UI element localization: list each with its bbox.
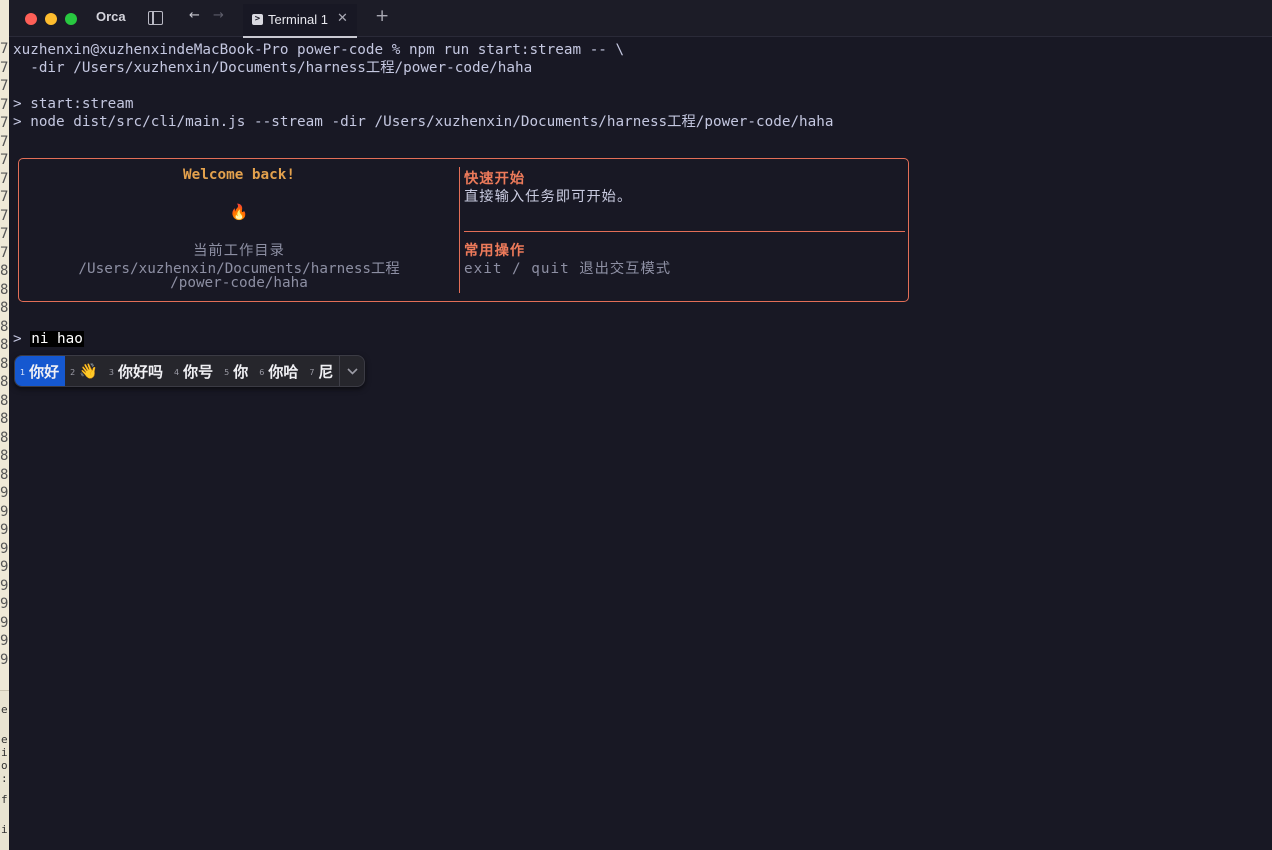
candidate-number: 5 — [224, 367, 230, 377]
horizontal-divider — [464, 231, 905, 232]
candidate-text: 你好吗 — [117, 362, 163, 381]
command-line-2: -dir /Users/xuzhenxin/Documents/harness工… — [13, 60, 533, 76]
candidate-number: 6 — [259, 367, 265, 377]
ime-candidate-6[interactable]: 6 你哈 — [254, 356, 304, 386]
candidate-number: 4 — [174, 367, 180, 377]
candidate-number: 1 — [20, 367, 26, 377]
candidate-text: 你哈 — [268, 362, 299, 381]
command-line-1: xuzhenxin@xuzhenxindeMacBook-Pro power-c… — [13, 42, 625, 58]
candidate-text: 你好 — [29, 362, 60, 381]
ime-candidate-4[interactable]: 4 你号 — [169, 356, 219, 386]
candidate-text: 你 — [233, 362, 249, 381]
close-window-button[interactable] — [25, 13, 37, 25]
ime-candidate-1[interactable]: 1 你好 — [15, 356, 66, 386]
prompt-symbol: > — [13, 331, 22, 347]
welcome-panel: Welcome back! 🔥 当前工作目录 /Users/xuzhenxin/… — [18, 158, 909, 302]
quickstart-text: 直接输入任务即可开始。 — [464, 189, 633, 205]
tab-label: Terminal 1 — [268, 12, 328, 27]
candidate-number: 2 — [70, 367, 76, 377]
prompt-input-line[interactable]: > ni hao — [13, 330, 84, 348]
candidate-number: 3 — [108, 367, 114, 377]
forward-arrow-icon[interactable]: → — [213, 8, 224, 23]
ime-candidate-bar: 1 你好 2 👋 3 你好吗 4 你号 5 你 6 你哈 7 尼 — [14, 355, 366, 387]
background-panel: e eio: f i — [0, 690, 9, 850]
ime-candidate-3[interactable]: 3 你好吗 — [104, 356, 169, 386]
close-tab-icon[interactable]: ✕ — [337, 11, 348, 26]
fire-icon: 🔥 — [229, 203, 249, 221]
common-actions-text: exit / quit 退出交互模式 — [464, 261, 672, 277]
terminal-window: Orca ← → > Terminal 1 ✕ + xuzhenxin@xuzh… — [9, 0, 1272, 850]
ime-candidate-2[interactable]: 2 👋 — [65, 356, 104, 386]
tab-terminal-1[interactable]: > Terminal 1 ✕ — [243, 4, 357, 38]
background-window-sliver: 77777777 77778888 88888888 9999999999 e … — [0, 0, 9, 850]
new-tab-plus-icon[interactable]: + — [375, 6, 389, 26]
candidate-text: 尼 — [318, 362, 334, 381]
welcome-right-column: 快速开始 直接输入任务即可开始。 常用操作 exit / quit 退出交互模式 — [464, 159, 905, 301]
composition-input[interactable]: ni hao — [30, 331, 84, 347]
title-bar: Orca ← → > Terminal 1 ✕ + — [9, 0, 1272, 38]
welcome-title: Welcome back! — [183, 167, 295, 183]
output-line-2: > node dist/src/cli/main.js --stream -di… — [13, 114, 834, 130]
chevron-down-icon[interactable] — [340, 356, 364, 386]
back-arrow-icon[interactable]: ← — [189, 8, 200, 23]
sidebar-toggle-icon[interactable] — [148, 11, 163, 25]
app-name: Orca — [96, 9, 126, 24]
welcome-left-column: Welcome back! 🔥 当前工作目录 /Users/xuzhenxin/… — [19, 159, 459, 301]
background-line-numbers: 77777777 77778888 88888888 9999999999 — [0, 41, 9, 668]
vertical-divider — [459, 167, 460, 293]
candidate-number: 7 — [309, 367, 315, 377]
maximize-window-button[interactable] — [65, 13, 77, 25]
output-line-1: > start:stream — [13, 96, 134, 112]
candidate-text: 你号 — [183, 362, 214, 381]
ime-candidate-7[interactable]: 7 尼 — [304, 356, 339, 386]
minimize-window-button[interactable] — [45, 13, 57, 25]
waving-hand-icon: 👋 — [79, 362, 98, 380]
ime-candidate-5[interactable]: 5 你 — [219, 356, 254, 386]
terminal-icon: > — [252, 14, 263, 25]
cwd-path-line-2: /power-code/haha — [170, 275, 308, 291]
